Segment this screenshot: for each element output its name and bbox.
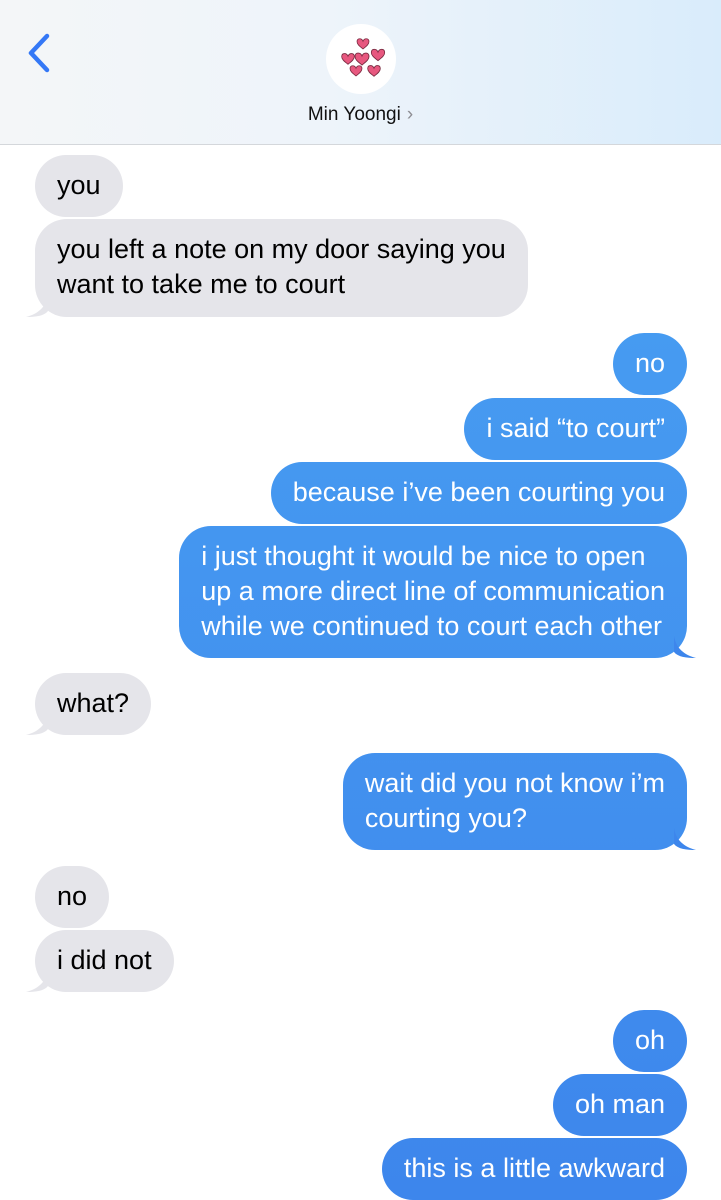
contact-name: Min Yoongi	[307, 104, 401, 125]
message-text-line: i said “to court”	[486, 413, 665, 443]
message-text-line: you	[57, 170, 101, 200]
message-text-line: up a more direct line of communication	[201, 576, 665, 606]
chevron-right-icon: ›	[406, 104, 414, 125]
sent-message-bubble[interactable]: no	[612, 333, 687, 395]
message-text-line: oh man	[574, 1089, 665, 1119]
message-text-line: this is a little awkward	[403, 1153, 665, 1183]
received-message-bubble[interactable]: i did not	[35, 930, 174, 992]
sent-message-bubble[interactable]: wait did you not know i’m courting you?	[342, 753, 687, 850]
bubble-tail	[674, 636, 696, 658]
message-text-line: what?	[57, 688, 130, 718]
message-text-line: no	[634, 348, 665, 378]
bubble-tail	[674, 828, 696, 850]
chevron-left-icon	[28, 33, 50, 73]
hearts-icon	[341, 38, 386, 77]
message-text-line: wait did you not know i’m	[364, 768, 665, 798]
sent-message-bubble[interactable]: i just thought it would be nice to open u…	[179, 526, 687, 658]
received-message-bubble[interactable]: you	[35, 155, 123, 217]
message-text-line: want to take me to court	[57, 269, 346, 299]
message-text-line: because i’ve been courting you	[292, 477, 665, 507]
sent-message-bubble[interactable]: because i’ve been courting you	[270, 462, 687, 524]
received-message-bubble[interactable]: no	[35, 866, 110, 928]
received-message-bubble[interactable]: you left a note on my door saying you wan…	[35, 219, 528, 317]
contact-name-button[interactable]: Min Yoongi ›	[0, 100, 721, 130]
sent-message-bubble[interactable]: this is a little awkward	[381, 1138, 687, 1200]
message-text-line: no	[57, 881, 88, 911]
message-text-line: i just thought it would be nice to open	[201, 541, 646, 571]
bubble-tail	[26, 295, 48, 317]
received-message-bubble[interactable]: what?	[35, 673, 152, 735]
message-text-line: courting you?	[364, 803, 527, 833]
message-text-line: you left a note on my door saying you	[57, 234, 506, 264]
bubble-tail	[26, 713, 48, 735]
conversation-header: Min Yoongi ›	[0, 0, 721, 145]
sent-message-bubble[interactable]: oh	[612, 1010, 687, 1072]
back-button[interactable]	[22, 30, 62, 78]
sent-message-bubble[interactable]: i said “to court”	[464, 398, 687, 460]
avatar[interactable]	[326, 24, 396, 94]
message-text-line: i did not	[57, 945, 152, 975]
message-text-line: while we continued to court each other	[201, 611, 663, 641]
sent-message-bubble[interactable]: oh man	[552, 1074, 687, 1136]
bubble-tail	[26, 970, 48, 992]
message-text-line: oh	[634, 1025, 665, 1055]
